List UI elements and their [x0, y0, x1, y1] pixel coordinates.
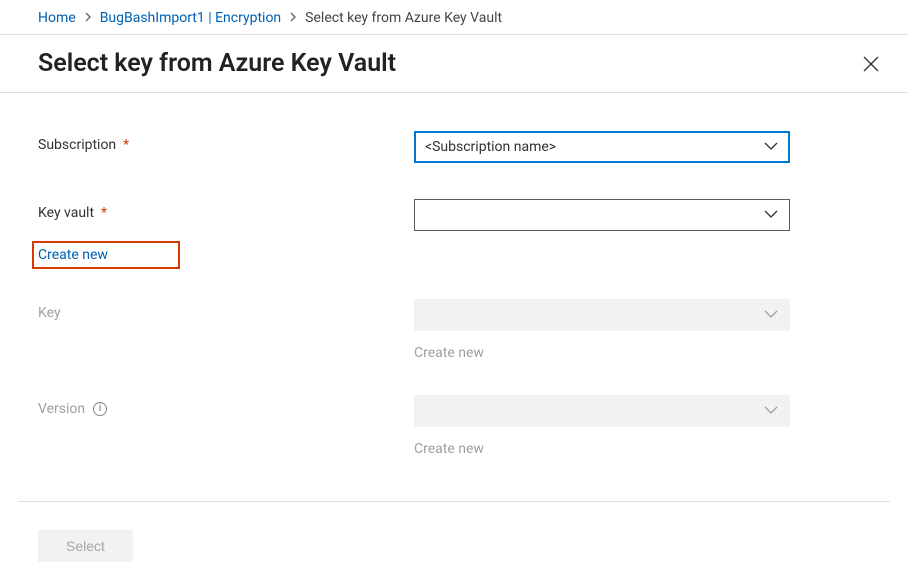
page-title: Select key from Azure Key Vault: [38, 49, 396, 78]
chevron-right-icon: [84, 11, 92, 26]
breadcrumb: Home BugBashImport1 | Encryption Select …: [0, 0, 908, 34]
key-dropdown: [414, 299, 790, 331]
subscription-dropdown[interactable]: <Subscription name>: [414, 131, 790, 163]
select-button: Select: [38, 530, 133, 562]
key-create-new-link: Create new: [414, 337, 484, 365]
keyvault-row: Key vault*: [38, 199, 870, 231]
subscription-label: Subscription*: [38, 131, 414, 153]
breadcrumb-parent[interactable]: BugBashImport1 | Encryption: [100, 10, 281, 26]
page-header: Select key from Azure Key Vault: [0, 35, 908, 92]
chevron-down-icon: [763, 207, 779, 223]
required-icon: *: [123, 137, 129, 153]
close-icon: [862, 55, 880, 73]
key-label: Key: [38, 299, 414, 321]
key-row: Key: [38, 299, 870, 331]
chevron-down-icon: [763, 307, 779, 323]
required-icon: *: [101, 205, 107, 221]
version-row: Version i: [38, 395, 870, 427]
version-create-new-link: Create new: [414, 433, 484, 461]
keyvault-create-new-link[interactable]: Create new: [32, 241, 180, 269]
subscription-value: <Subscription name>: [425, 139, 556, 155]
keyvault-label: Key vault*: [38, 199, 414, 221]
chevron-down-icon: [763, 139, 779, 155]
chevron-right-icon: [289, 11, 297, 26]
keyvault-dropdown[interactable]: [414, 199, 790, 231]
chevron-down-icon: [763, 403, 779, 419]
info-icon[interactable]: i: [93, 402, 107, 416]
version-dropdown: [414, 395, 790, 427]
divider: [18, 501, 890, 502]
form: Subscription* <Subscription name> Key va…: [0, 93, 908, 461]
footer: Select: [38, 530, 133, 562]
breadcrumb-current: Select key from Azure Key Vault: [305, 10, 502, 26]
subscription-row: Subscription* <Subscription name>: [38, 131, 870, 163]
breadcrumb-home[interactable]: Home: [38, 10, 76, 26]
version-label: Version i: [38, 395, 414, 417]
close-button[interactable]: [862, 49, 884, 73]
